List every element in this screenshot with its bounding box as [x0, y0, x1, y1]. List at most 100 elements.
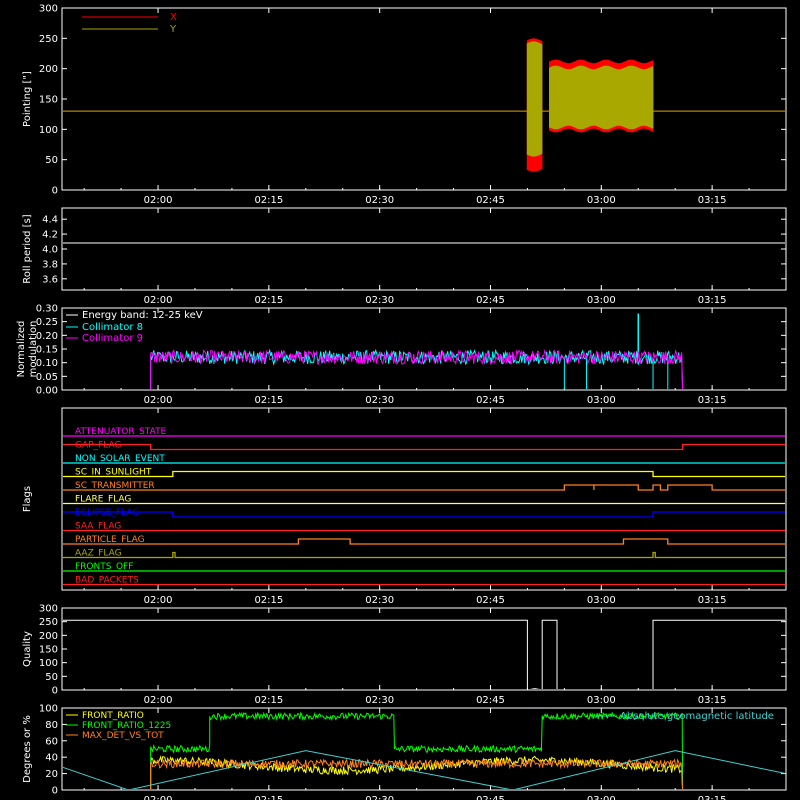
flag-label: PARTICLE_FLAG: [75, 535, 145, 545]
x-tick-label: 03:00: [587, 595, 616, 606]
panel-quality: 02:00 02:15 02:30 02:45 03:00 03:15 0 50 100 150 2…: [22, 604, 787, 706]
flag-label: GAP_FLAG: [75, 441, 121, 451]
flag-line-gap_flag: [63, 443, 785, 451]
legend-label: Collimator 8: [82, 322, 143, 333]
flag-line-sc_transmitter: [63, 484, 785, 491]
x-tick-label: 03:00: [587, 395, 616, 406]
plot-area: [63, 38, 785, 172]
x-tick-label: 02:45: [476, 595, 505, 606]
y-tick-label: 0.05: [36, 372, 58, 383]
y-axis-label: Degrees or %: [22, 715, 33, 783]
x-tick-label: 02:30: [365, 595, 394, 606]
y-tick-label: 0.00: [36, 386, 58, 397]
x-tick-label: 02:00: [144, 595, 173, 606]
panel-ratios: 02:00 02:15 02:30 02:45 03:00 03:15 0 20 40 60 80 1…: [22, 704, 787, 800]
x-tick-label: 02:00: [144, 695, 173, 706]
y-tick-label: 0.20: [36, 331, 58, 342]
y-tick-label: 4.0: [42, 245, 58, 256]
y-tick-label: 3.8: [42, 259, 58, 270]
flag-line-aaz_flag: [63, 551, 785, 559]
x-tick-label: 02:30: [365, 695, 394, 706]
x-tick-label: 03:15: [698, 195, 727, 206]
x-tick-label: 02:45: [476, 795, 505, 800]
legend-label: Absolute geomagnetic latitude: [620, 711, 774, 722]
x-tick-label: 02:45: [476, 195, 505, 206]
x-tick-label: 02:45: [476, 295, 505, 306]
legend-label: FRONT_RATIO_1225: [82, 721, 171, 731]
x-tick-label: 02:15: [254, 595, 283, 606]
x-tick-label: 02:30: [365, 295, 394, 306]
flag-label: SC_TRANSMITTER: [75, 481, 155, 491]
flag-line-sc_in_sunlight: [63, 470, 785, 478]
y-axis-label: Normalized: [16, 321, 27, 378]
y-axis-label: modulation: [28, 321, 39, 378]
y-tick-label: 3.6: [42, 274, 58, 285]
flag-label: SAA_FLAG: [75, 522, 121, 532]
flag-label: SC_IN_SUNLIGHT: [75, 468, 152, 478]
y-tick-label: 0: [52, 186, 58, 197]
y-tick-label: 0: [52, 786, 58, 797]
series-collimator-9: [150, 348, 684, 389]
x-tick-label: 03:00: [587, 795, 616, 800]
x-tick-label: 02:30: [365, 795, 394, 800]
y-tick-label: 0.10: [36, 358, 58, 369]
y-tick-label: 40: [45, 753, 58, 764]
legend-label: FRONT_RATIO: [82, 711, 144, 721]
x-tick-label: 02:30: [365, 395, 394, 406]
y-tick-label: 100: [39, 125, 58, 136]
legend-label-Y: Y: [169, 24, 177, 35]
y-tick-label: 0: [52, 686, 58, 697]
x-tick-label: 03:15: [698, 395, 727, 406]
y-tick-label: 300: [39, 4, 58, 15]
legend-label-X: X: [170, 12, 177, 23]
x-tick-label: 02:15: [254, 795, 283, 800]
quality-line: [63, 619, 785, 689]
x-tick-label: 02:15: [254, 295, 283, 306]
y-tick-label: 250: [39, 34, 58, 45]
x-tick-label: 02:00: [144, 195, 173, 206]
series-Y-burst: [549, 65, 654, 130]
x-tick-label: 02:15: [254, 395, 283, 406]
series-front_ratio_1225: [150, 711, 684, 789]
flag-label: NON_SOLAR_EVENT: [75, 454, 165, 464]
panel-frame: [61, 407, 787, 591]
energy-band-annotation: Energy band: 12-25 keV: [82, 310, 203, 321]
x-tick-label: 03:15: [698, 795, 727, 800]
x-tick-label: 03:15: [698, 295, 727, 306]
y-tick-label: 0.15: [36, 345, 58, 356]
y-tick-label: 200: [39, 631, 58, 642]
flag-label: ATTENUATOR_STATE: [75, 427, 167, 437]
flag-line-eclipse_flag: [63, 511, 785, 518]
y-tick-label: 300: [39, 604, 58, 615]
rhessi-quicklook-figure: 02:00 02:15 02:30 02:45 03:00 03:15 0 50 100 150 2…: [16, 4, 787, 800]
y-tick-label: 60: [45, 736, 58, 747]
x-tick-label: 02:45: [476, 695, 505, 706]
y-axis-label: Flags: [22, 486, 33, 512]
y-tick-label: 150: [39, 645, 58, 656]
flag-label: FLARE_FLAG: [75, 495, 131, 505]
y-tick-label: 150: [39, 95, 58, 106]
plot-area: [63, 435, 785, 586]
flag-label: FRONTS_OFF: [75, 562, 133, 572]
panel-roll: 02:00 02:15 02:30 02:45 03:00 03:15 3.6 3.8 4.0 4…: [22, 207, 787, 306]
panel-flags: 02:00 02:15 02:30 02:45 03:00 03:15 Flags ATTEN…: [22, 407, 787, 606]
y-tick-label: 80: [45, 720, 58, 731]
y-axis-label: Roll period [s]: [22, 214, 33, 283]
legend-label: Collimator 9: [82, 333, 143, 344]
x-tick-label: 03:15: [698, 595, 727, 606]
x-tick-label: 02:15: [254, 695, 283, 706]
plot-area: [63, 619, 785, 689]
y-tick-label: 250: [39, 617, 58, 628]
y-tick-label: 4.4: [42, 215, 58, 226]
y-axis-label: Quality: [22, 631, 33, 667]
x-tick-label: 02:15: [254, 195, 283, 206]
flag-label: AAZ_FLAG: [75, 549, 122, 559]
x-tick-label: 02:00: [144, 795, 173, 800]
x-tick-label: 03:00: [587, 695, 616, 706]
flag-label: ECLIPSE_FLAG: [75, 508, 139, 518]
y-tick-label: 20: [45, 769, 58, 780]
y-tick-label: 50: [45, 672, 58, 683]
y-tick-label: 100: [39, 704, 58, 715]
legend-label: MAX_DET_VS_TOT: [82, 731, 164, 741]
flag-line-particle_flag: [63, 538, 785, 545]
